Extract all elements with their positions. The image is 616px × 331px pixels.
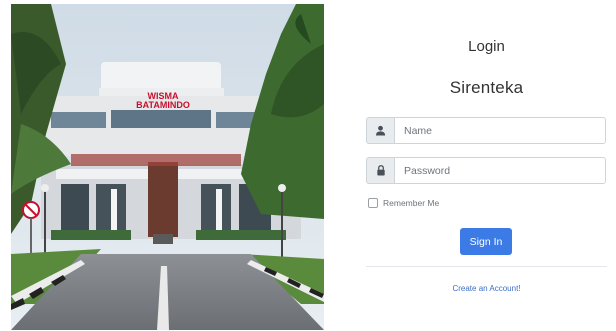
password-input-group	[366, 157, 606, 184]
user-icon	[366, 117, 394, 144]
remember-me-checkbox[interactable]	[368, 198, 378, 208]
lock-icon	[366, 157, 394, 184]
divider	[366, 266, 607, 267]
create-account-link[interactable]: Create an Account!	[366, 284, 607, 293]
remember-me-label: Remember Me	[383, 198, 440, 208]
name-input[interactable]	[394, 117, 606, 144]
remember-me[interactable]: Remember Me	[368, 198, 439, 208]
login-heading: Login	[468, 38, 505, 55]
login-panel: Login Sirenteka Remember Me Sign In Crea…	[366, 0, 607, 331]
sign-in-button[interactable]: Sign In	[460, 228, 512, 255]
sign-batamindo: BATAMINDO	[136, 100, 190, 110]
app-name: Sirenteka	[449, 78, 524, 97]
building-photo: WISMA BATAMINDO	[11, 4, 324, 330]
name-input-group	[366, 117, 606, 144]
password-input[interactable]	[394, 157, 606, 184]
